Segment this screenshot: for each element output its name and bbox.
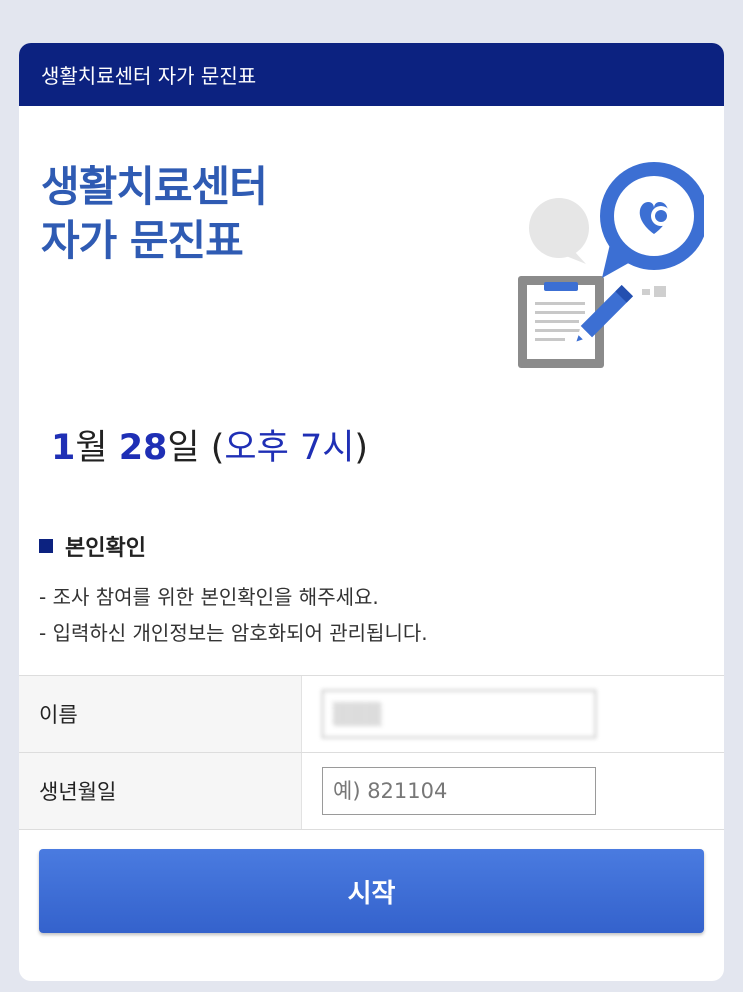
- identity-form: 이름 생년월일: [19, 675, 724, 830]
- header-title: 생활치료센터 자가 문진표: [41, 64, 257, 88]
- hero-title-line1: 생활치료센터: [41, 162, 268, 211]
- hero-title-line2: 자가 문진표: [41, 216, 244, 265]
- questionnaire-illustration-icon: [518, 162, 704, 368]
- square-bullet-icon: [39, 539, 53, 553]
- survey-date: 1월 28일 (오후 7시): [51, 419, 368, 470]
- name-label: 이름: [19, 676, 302, 752]
- notice-line: - 조사 참여를 위한 본인확인을 해주세요.: [39, 585, 379, 609]
- form-row-birthdate: 생년월일: [19, 753, 724, 830]
- date-time: 오후 7시: [224, 428, 355, 468]
- start-button[interactable]: 시작: [39, 849, 704, 933]
- date-day-unit: 일: [167, 428, 200, 468]
- date-open-paren: (: [210, 428, 225, 468]
- form-row-name: 이름: [19, 676, 724, 753]
- card-header: 생활치료센터 자가 문진표: [19, 43, 724, 106]
- birthdate-cell: [302, 753, 724, 829]
- birthdate-label: 생년월일: [19, 753, 302, 829]
- name-cell: [302, 676, 724, 752]
- date-month: 1: [51, 428, 76, 468]
- survey-card: 생활치료센터 자가 문진표 생활치료센터 자가 문진표 1월 28일 (오후 7…: [19, 43, 724, 981]
- name-input[interactable]: [322, 690, 596, 738]
- birthdate-input[interactable]: [322, 767, 596, 815]
- notice-line: - 입력하신 개인정보는 암호화되어 관리됩니다.: [39, 621, 428, 645]
- hero-title: 생활치료센터 자가 문진표: [41, 160, 268, 268]
- identity-section-label: 본인확인: [65, 536, 146, 561]
- identity-section-title: 본인확인: [39, 530, 146, 562]
- identity-notices: - 조사 참여를 위한 본인확인을 해주세요. - 입력하신 개인정보는 암호화…: [39, 579, 428, 651]
- date-close-paren: ): [354, 428, 369, 468]
- date-day: 28: [118, 428, 168, 468]
- date-month-unit: 월: [75, 428, 108, 468]
